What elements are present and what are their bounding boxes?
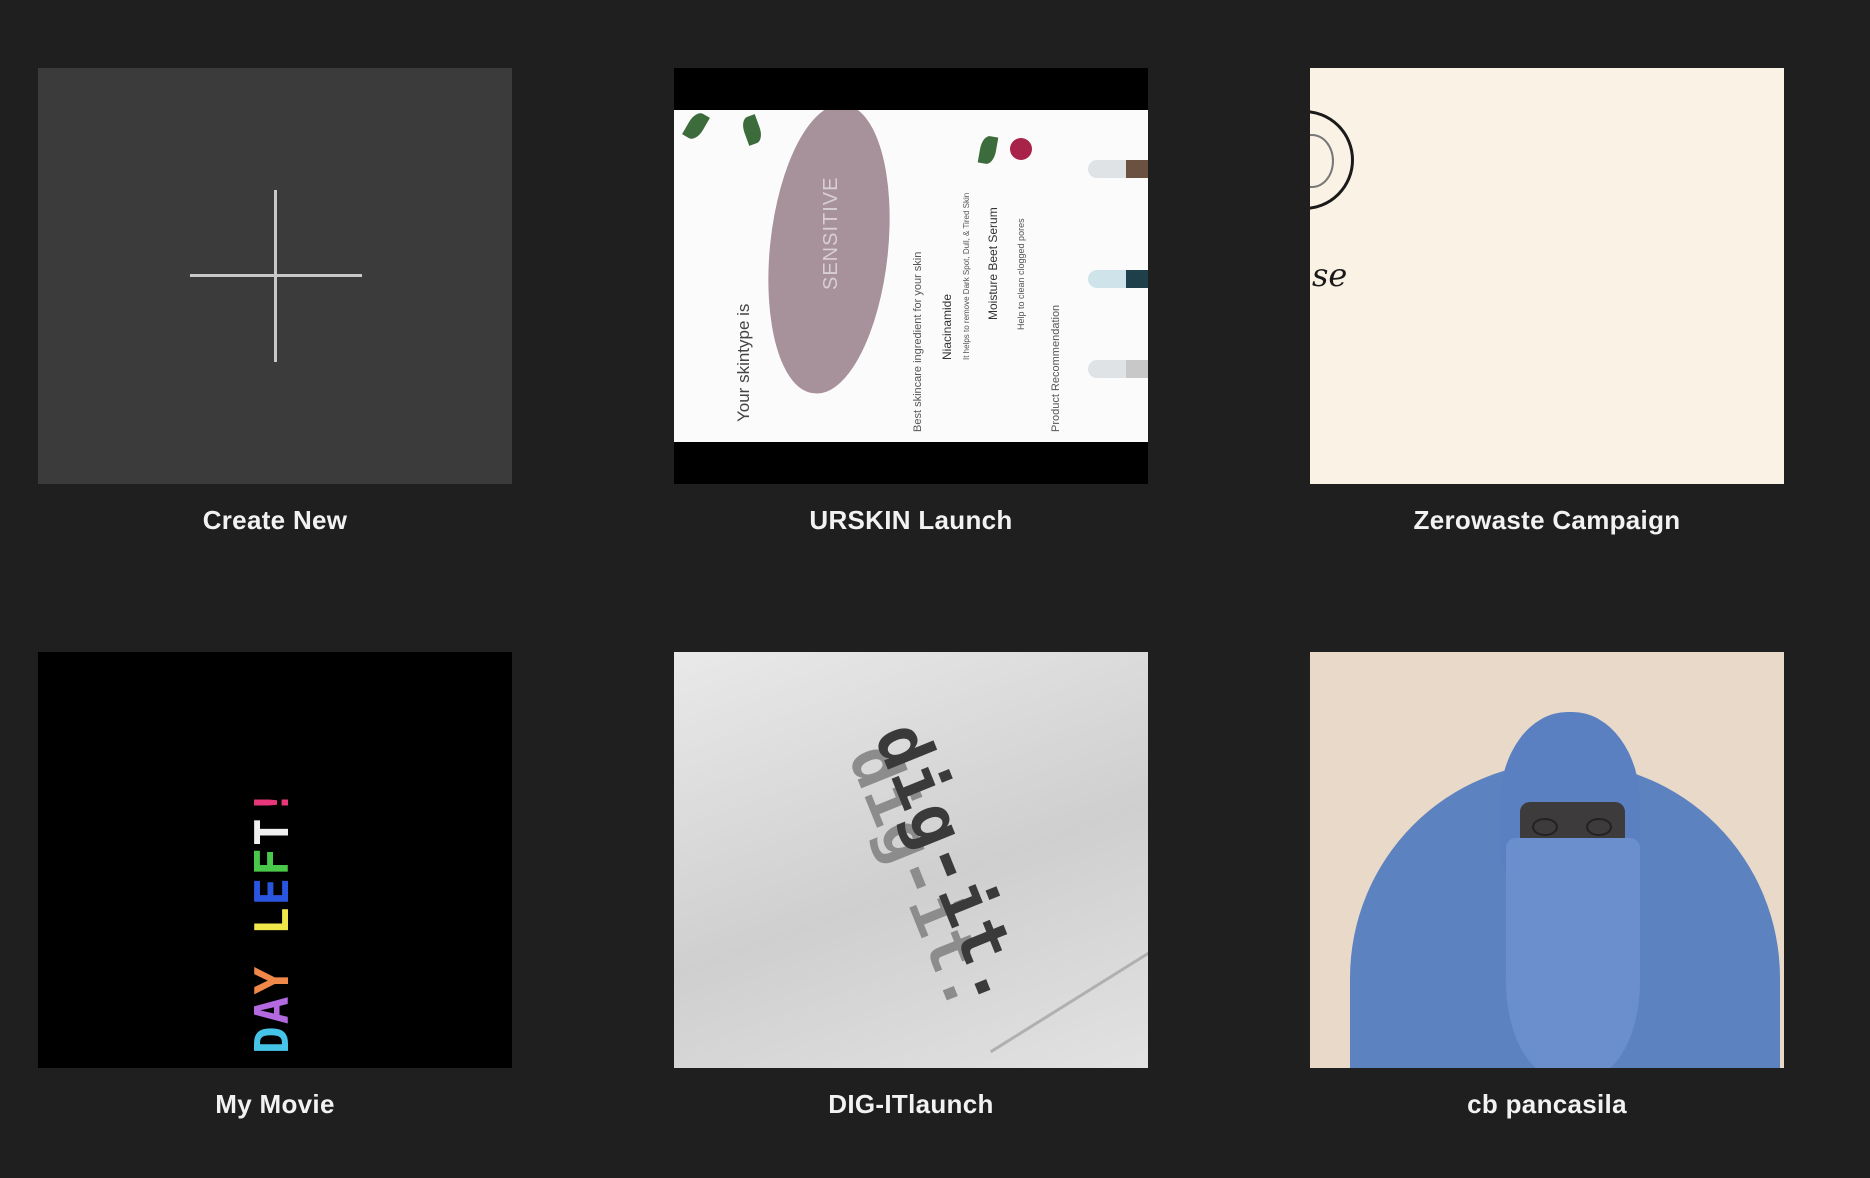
movie-title-char: D xyxy=(245,1024,299,1054)
movie-title-char: ! xyxy=(245,786,299,817)
blob-text: SENSITIVE xyxy=(820,176,842,290)
serum-text: Moisture Beet Serum xyxy=(986,207,1000,320)
niacinamide-note: It helps to remove Dark Spot, Dull, & Ti… xyxy=(962,192,971,360)
movie-title-char xyxy=(245,1054,299,1068)
bottle-image xyxy=(1088,160,1148,178)
movie-title-char: Y xyxy=(245,964,299,995)
leaf-decoration xyxy=(977,134,999,166)
best-ingredient-text: Best skincare ingredient for your skin xyxy=(912,251,924,432)
urskin-slide: SENSITIVE Your skintype is Best skincare… xyxy=(674,110,1148,442)
glasses-lens xyxy=(1532,818,1558,836)
one-day-left-text: 1 DAY LEFT! xyxy=(245,787,299,1068)
berry-decoration xyxy=(1010,138,1032,160)
leaf-decoration xyxy=(739,114,765,146)
movie-title-char: A xyxy=(245,994,299,1025)
movie-title-char xyxy=(245,935,299,965)
my-movie-thumbnail[interactable]: 1 DAY LEFT! xyxy=(38,652,512,1068)
recommendation-text: Product Recommendation xyxy=(1050,304,1062,432)
project-label: DIG-ITlaunch xyxy=(828,1089,994,1119)
create-new-thumbnail[interactable] xyxy=(38,68,512,484)
project-label: Zerowaste Campaign xyxy=(1413,505,1681,535)
dig-it-thumbnail[interactable]: dig-it. dig-it. xyxy=(674,652,1148,1068)
movie-title-char: T xyxy=(245,816,299,847)
movie-title-char: F xyxy=(245,846,299,876)
plus-icon-vertical xyxy=(274,190,277,362)
project-label: URSKIN Launch xyxy=(809,505,1013,535)
movie-title-char: L xyxy=(245,905,299,936)
project-label: cb pancasila xyxy=(1467,1089,1627,1119)
serum-note: Help to clean clogged pores xyxy=(1016,218,1026,330)
bottle-image xyxy=(1088,270,1148,288)
movie-title-char: E xyxy=(245,875,299,906)
niacinamide-text: Niacinamide xyxy=(940,293,954,360)
zerowaste-partial-text: se xyxy=(1312,256,1348,294)
leaf-decoration xyxy=(682,110,710,143)
figure-veil xyxy=(1506,838,1640,1068)
zerowaste-thumbnail[interactable]: se xyxy=(1310,68,1784,484)
bottle-image xyxy=(1088,360,1148,378)
urskin-thumbnail[interactable]: SENSITIVE Your skintype is Best skincare… xyxy=(674,68,1148,484)
skintype-text: Your skintype is xyxy=(734,303,753,422)
project-label: My Movie xyxy=(215,1089,335,1119)
project-label: Create New xyxy=(202,505,348,535)
glasses-lens xyxy=(1586,818,1612,836)
cb-pancasila-thumbnail[interactable] xyxy=(1310,652,1784,1068)
